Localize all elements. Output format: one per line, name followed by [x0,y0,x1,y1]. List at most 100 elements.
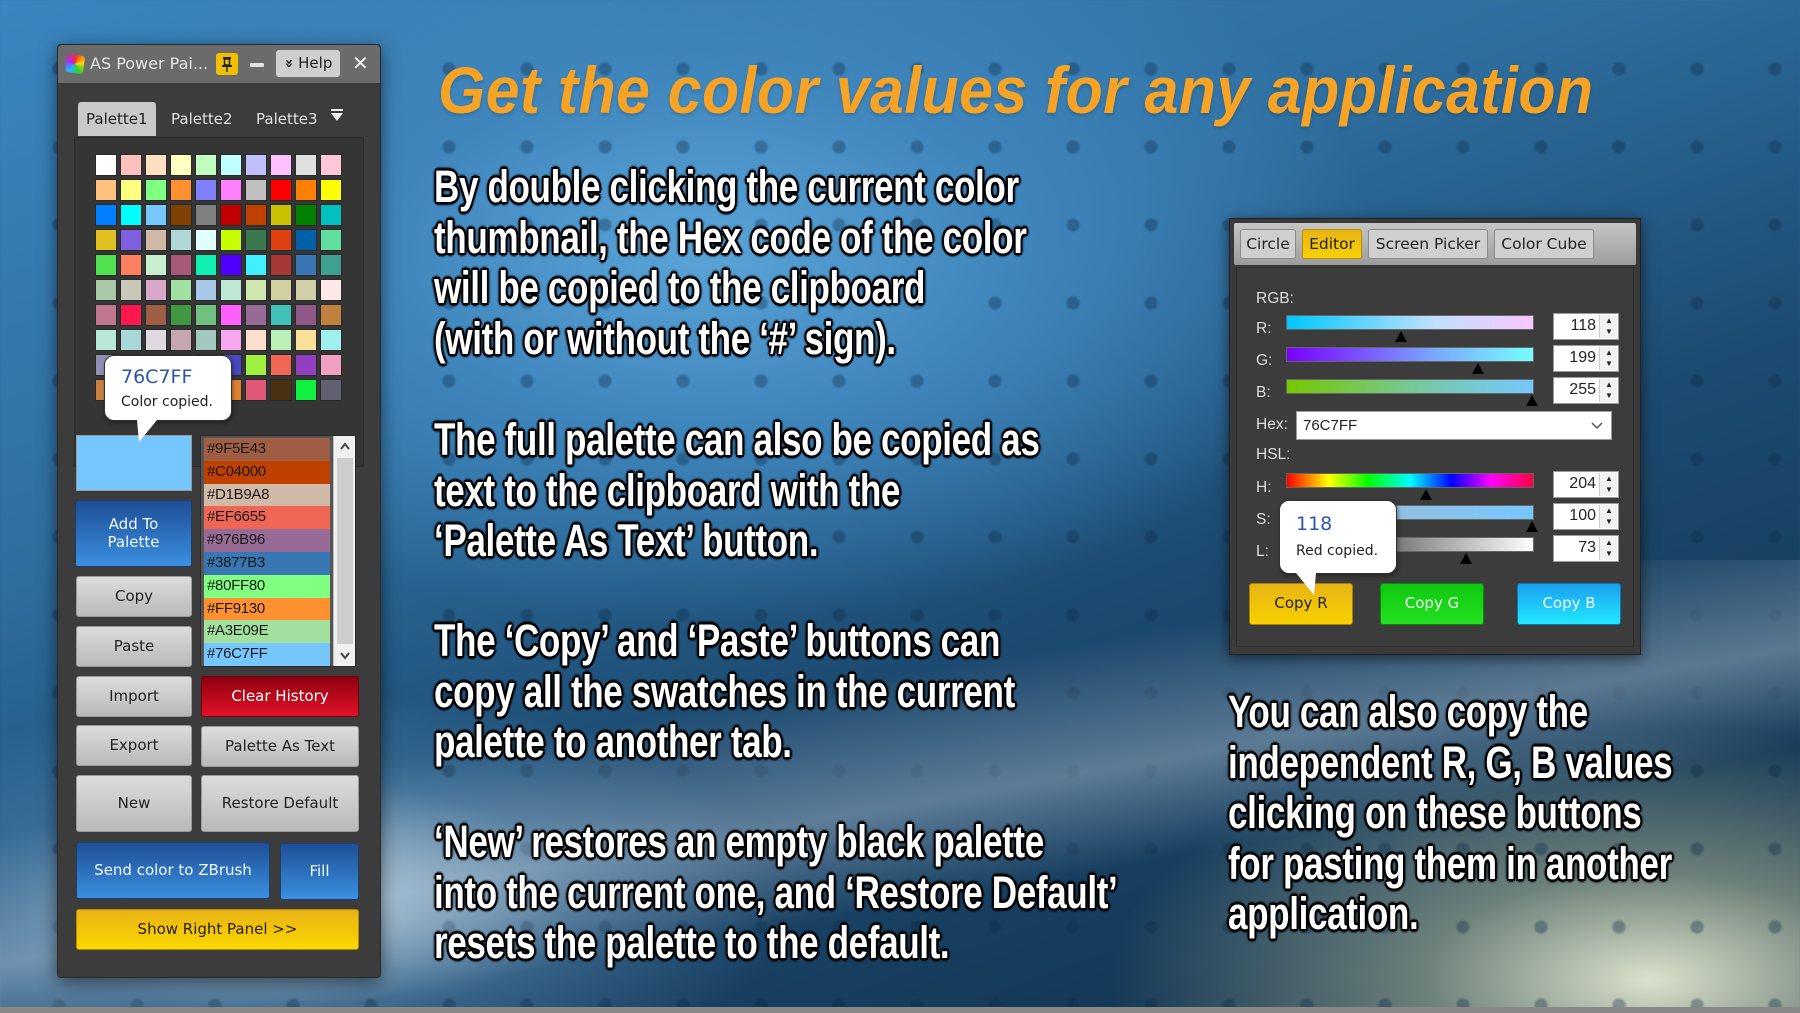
palette-swatch[interactable] [195,329,217,351]
palette-swatch[interactable] [120,154,142,176]
h-value-spinner[interactable]: 204 ▲ ▼ [1553,471,1619,498]
history-scrollbar[interactable] [333,436,355,666]
spin-up-icon[interactable]: ▲ [1600,379,1618,390]
palette-swatch[interactable] [295,279,317,301]
minimize-button[interactable] [250,63,264,67]
spin-down-icon[interactable]: ▼ [1600,326,1618,337]
palette-swatch[interactable] [270,354,292,376]
palette-swatch[interactable] [220,254,242,276]
palette-swatch[interactable] [145,304,167,326]
palette-swatch[interactable] [120,254,142,276]
tab-screen-picker[interactable]: Screen Picker [1368,229,1488,259]
r-slider[interactable] [1286,315,1534,330]
export-button[interactable]: Export [76,725,192,766]
palette-swatch[interactable] [270,229,292,251]
palette-swatch[interactable] [320,329,342,351]
palette-swatch[interactable] [220,204,242,226]
tab-menu-icon[interactable] [331,109,343,121]
palette-swatch[interactable] [145,329,167,351]
palette-swatch[interactable] [320,254,342,276]
palette-swatch[interactable] [320,154,342,176]
palette-swatch[interactable] [120,229,142,251]
r-value-spinner[interactable]: 118 ▲ ▼ [1553,313,1619,340]
palette-swatch[interactable] [270,154,292,176]
g-slider[interactable] [1286,347,1534,362]
palette-swatch[interactable] [145,179,167,201]
palette-swatch[interactable] [145,279,167,301]
palette-swatch[interactable] [220,179,242,201]
tab-circle[interactable]: Circle [1240,229,1296,259]
help-button[interactable]: » Help [276,50,340,77]
spin-down-icon[interactable]: ▼ [1600,390,1618,401]
r-slider-thumb[interactable] [1394,331,1407,342]
palette-swatch[interactable] [120,304,142,326]
spin-up-icon[interactable]: ▲ [1600,537,1618,548]
import-button[interactable]: Import [76,676,192,717]
history-item[interactable]: #FF9130 [204,597,330,621]
spin-up-icon[interactable]: ▲ [1600,347,1618,358]
b-slider[interactable] [1286,379,1534,394]
window-titlebar[interactable]: AS Power Pai... » Help ✕ [58,45,380,83]
add-to-palette-button[interactable]: Add To Palette [75,500,192,567]
palette-swatch[interactable] [245,329,267,351]
palette-swatch[interactable] [220,154,242,176]
palette-swatch[interactable] [270,204,292,226]
palette-swatch[interactable] [320,379,342,401]
spin-down-icon[interactable]: ▼ [1600,484,1618,495]
palette-swatch[interactable] [270,179,292,201]
h-slider[interactable] [1286,473,1534,488]
palette-swatch[interactable] [270,304,292,326]
palette-swatch[interactable] [295,204,317,226]
scroll-up-icon[interactable] [334,436,356,456]
history-item[interactable]: #3877B3 [204,551,330,575]
palette-swatch[interactable] [245,304,267,326]
palette-swatch[interactable] [245,254,267,276]
tab-palette3[interactable]: Palette3 [248,102,326,136]
palette-swatch[interactable] [170,204,192,226]
palette-swatch[interactable] [245,179,267,201]
palette-swatch[interactable] [320,279,342,301]
history-item[interactable]: #976B96 [204,529,330,552]
r-spin-arrows[interactable]: ▲ ▼ [1599,315,1617,338]
palette-swatch[interactable] [270,254,292,276]
s-slider-thumb[interactable] [1526,521,1538,532]
spin-up-icon[interactable]: ▲ [1600,315,1618,326]
show-right-panel-button[interactable]: Show Right Panel >> [76,909,359,950]
palette-swatch[interactable] [295,304,317,326]
palette-swatch[interactable] [195,254,217,276]
history-item[interactable]: #76C7FF [204,643,330,666]
spin-down-icon[interactable]: ▼ [1600,358,1618,369]
palette-swatch[interactable] [95,254,117,276]
history-item[interactable]: #D1B9A8 [204,483,330,507]
new-palette-button[interactable]: New [76,775,192,832]
pin-icon[interactable] [216,53,238,75]
fill-button[interactable]: Fill [280,843,359,900]
palette-as-text-button[interactable]: Palette As Text [201,726,359,767]
palette-swatch[interactable] [95,329,117,351]
palette-swatch[interactable] [170,179,192,201]
palette-swatch[interactable] [170,254,192,276]
send-to-zbrush-button[interactable]: Send color to ZBrush [76,842,270,899]
palette-swatch[interactable] [120,279,142,301]
chevron-down-icon[interactable] [1591,412,1603,439]
s-spin-arrows[interactable]: ▲ ▼ [1599,505,1617,528]
palette-swatch[interactable] [145,204,167,226]
palette-swatch[interactable] [195,304,217,326]
spin-up-icon[interactable]: ▲ [1600,505,1618,516]
hex-input[interactable]: 76C7FF [1296,411,1612,440]
h-slider-thumb[interactable] [1420,489,1433,500]
spin-up-icon[interactable]: ▲ [1600,473,1618,484]
palette-swatch[interactable] [95,229,117,251]
palette-swatch[interactable] [120,329,142,351]
palette-swatch[interactable] [145,254,167,276]
palette-swatch[interactable] [245,229,267,251]
palette-swatch[interactable] [220,229,242,251]
l-spin-arrows[interactable]: ▲ ▼ [1599,537,1617,560]
palette-swatch[interactable] [170,154,192,176]
restore-default-button[interactable]: Restore Default [201,775,359,832]
palette-swatch[interactable] [295,254,317,276]
history-item[interactable]: #EF6655 [204,506,330,530]
palette-swatch[interactable] [120,204,142,226]
b-slider-thumb[interactable] [1526,395,1538,406]
palette-swatch[interactable] [245,354,267,376]
